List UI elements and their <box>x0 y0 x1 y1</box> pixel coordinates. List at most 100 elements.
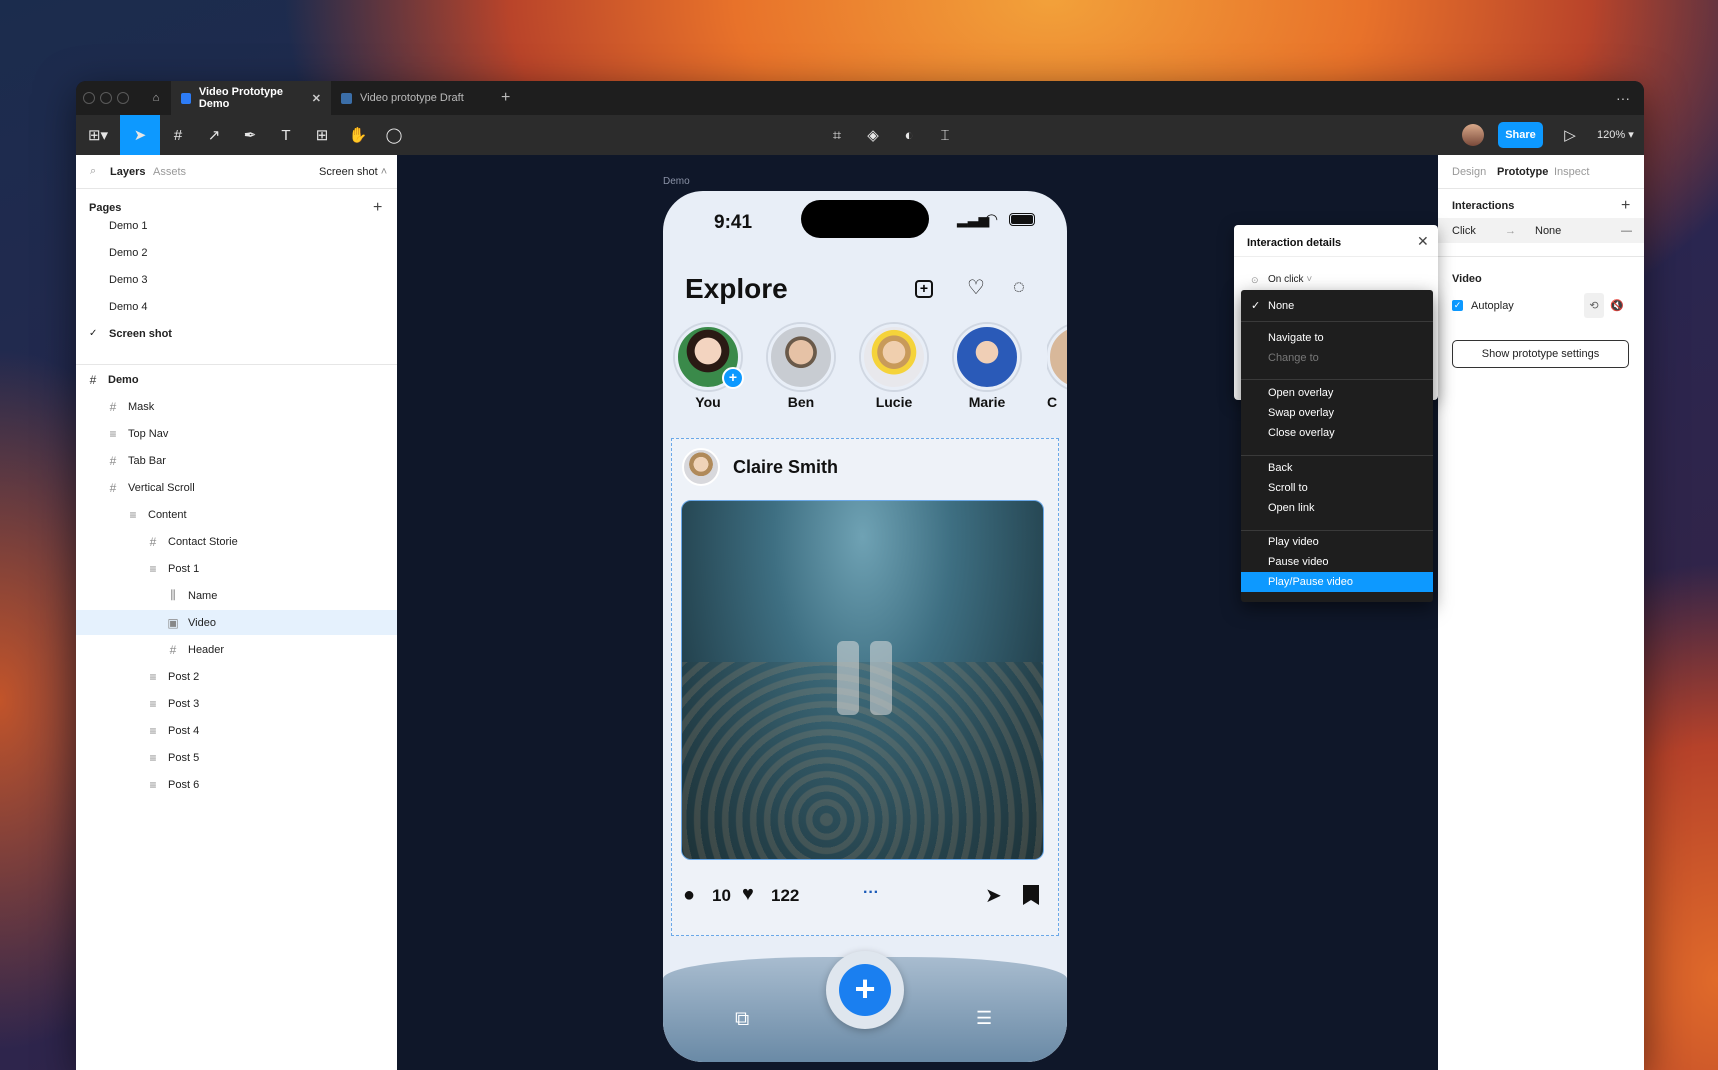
menu-item[interactable]: Play video <box>1241 532 1433 552</box>
layer-row[interactable]: # Mask <box>76 394 397 419</box>
messenger-icon[interactable]: ◌ <box>1013 276 1025 299</box>
crop-icon[interactable]: ⌶ <box>927 115 963 155</box>
more-icon[interactable]: ··· <box>1616 90 1630 106</box>
layer-row[interactable]: ≡ Post 4 <box>76 718 397 743</box>
more-options-icon[interactable]: ··· <box>863 884 879 902</box>
search-icon[interactable]: ⌕ <box>90 159 96 184</box>
layer-row[interactable]: ≡ Post 6 <box>76 772 397 797</box>
story-you[interactable]: + You <box>675 324 744 410</box>
menu-item[interactable]: Scroll to <box>1241 478 1433 498</box>
tab-layers[interactable]: Layers <box>110 159 145 184</box>
tab-prototype[interactable]: Prototype <box>1497 159 1548 184</box>
maximize-window-button[interactable] <box>117 92 129 104</box>
layer-row[interactable]: ≡ Post 2 <box>76 664 397 689</box>
interaction-row[interactable]: Click → None — <box>1438 218 1644 243</box>
page-item[interactable]: Demo 4 <box>109 294 148 319</box>
menu-item[interactable]: Back <box>1241 458 1433 478</box>
author-avatar[interactable] <box>682 448 720 486</box>
layer-row[interactable]: ⫼ Name <box>76 583 397 608</box>
menu-item[interactable]: Change to <box>1241 348 1433 368</box>
hand-tool-icon[interactable]: ✋ <box>340 115 376 155</box>
bookmark-icon[interactable] <box>1023 885 1039 905</box>
menu-item[interactable]: Open link <box>1241 498 1433 518</box>
heart-outline-icon[interactable]: ♡ <box>967 275 985 300</box>
contrast-icon[interactable]: ◐ <box>891 115 927 155</box>
layer-row[interactable]: # Demo <box>76 367 397 392</box>
add-post-icon[interactable]: + <box>915 280 933 298</box>
story-ben[interactable]: Ben <box>768 324 834 410</box>
add-interaction-icon[interactable]: + <box>1621 193 1630 218</box>
settings-sliders-icon[interactable]: ☰ <box>976 1008 992 1029</box>
story-partial[interactable]: C <box>1047 324 1067 410</box>
zoom-level[interactable]: 120% ▾ <box>1597 128 1634 141</box>
comment-icon[interactable]: ● <box>683 884 695 907</box>
layer-row[interactable]: ≡ Content <box>76 502 397 527</box>
component-icon[interactable]: ◈ <box>855 115 891 155</box>
comment-tool-icon[interactable]: ◯ <box>376 115 412 155</box>
page-item[interactable]: ✓ Screen shot <box>89 321 172 346</box>
user-avatar[interactable] <box>1462 124 1484 146</box>
gallery-icon[interactable]: ⧉ <box>735 1008 749 1031</box>
layer-row[interactable]: # Vertical Scroll <box>76 475 397 500</box>
present-play-icon[interactable]: ▷ <box>1552 115 1588 155</box>
close-tab-icon[interactable]: ✕ <box>312 92 321 105</box>
layer-row[interactable]: ▣ Video <box>76 610 397 635</box>
auto-layout-icon: ≡ <box>149 777 157 792</box>
autoplay-checkbox[interactable]: ✓ <box>1452 300 1463 311</box>
layer-row[interactable]: # Header <box>76 637 397 662</box>
create-button[interactable]: + <box>839 964 891 1016</box>
auto-layout-icon: ≡ <box>109 426 117 441</box>
text-tool-icon[interactable]: T <box>268 115 304 155</box>
page-selector[interactable]: Screen shot ˄ <box>319 159 387 184</box>
frame-tool-icon[interactable]: # <box>160 115 196 155</box>
layer-row[interactable]: ≡ Post 1 <box>76 556 397 581</box>
main-menu-icon[interactable]: ⊞▾ <box>76 115 120 155</box>
page-item[interactable]: Demo 1 <box>109 213 148 238</box>
layer-row[interactable]: # Contact Storie <box>76 529 397 554</box>
story-lucie[interactable]: Lucie <box>861 324 927 410</box>
layer-row[interactable]: ≡ Top Nav <box>76 421 397 446</box>
page-item[interactable]: Demo 2 <box>109 240 148 265</box>
component-edit-icon[interactable]: ⌗ <box>819 115 855 155</box>
mute-icon[interactable]: 🔇 <box>1610 293 1624 318</box>
menu-item[interactable]: Close overlay <box>1241 423 1433 443</box>
layer-row[interactable]: ≡ Post 3 <box>76 691 397 716</box>
video-player[interactable] <box>681 500 1044 860</box>
menu-item[interactable]: None <box>1241 296 1433 316</box>
menu-item[interactable]: Navigate to <box>1241 328 1433 348</box>
layer-row[interactable]: ≡ Post 5 <box>76 745 397 770</box>
show-prototype-settings-button[interactable]: Show prototype settings <box>1452 340 1629 368</box>
pen-tool-icon[interactable]: ✒ <box>232 115 268 155</box>
new-tab-button[interactable]: + <box>491 81 520 115</box>
shape-tool-icon[interactable]: ↗ <box>196 115 232 155</box>
tab-video-prototype-demo[interactable]: Video Prototype Demo ✕ <box>171 81 331 115</box>
tab-inspect[interactable]: Inspect <box>1554 159 1589 184</box>
resources-icon[interactable]: ⊞ <box>304 115 340 155</box>
minimize-window-button[interactable] <box>100 92 112 104</box>
trigger-dropdown[interactable]: On click ˅ <box>1268 274 1312 285</box>
menu-item[interactable]: Open overlay <box>1241 383 1433 403</box>
add-page-icon[interactable]: + <box>373 195 382 220</box>
move-tool-icon[interactable]: ➤ <box>120 115 160 155</box>
menu-item[interactable]: Swap overlay <box>1241 403 1433 423</box>
close-icon[interactable]: ✕ <box>1417 233 1429 250</box>
close-window-button[interactable] <box>83 92 95 104</box>
pause-icon[interactable] <box>837 641 859 715</box>
tab-video-prototype-draft[interactable]: Video prototype Draft <box>331 81 491 115</box>
loop-icon[interactable]: ⟲ <box>1584 293 1604 318</box>
layer-row[interactable]: # Tab Bar <box>76 448 397 473</box>
tab-design[interactable]: Design <box>1452 159 1486 184</box>
page-item[interactable]: Demo 3 <box>109 267 148 292</box>
home-tab[interactable]: ⌂ <box>141 81 171 115</box>
story-marie[interactable]: Marie <box>954 324 1020 410</box>
menu-item[interactable]: Pause video <box>1241 552 1433 572</box>
heart-filled-icon[interactable]: ♥ <box>742 883 754 906</box>
menu-item[interactable]: Play/Pause video <box>1241 572 1433 592</box>
add-story-icon[interactable]: + <box>722 367 744 389</box>
share-button[interactable]: Share <box>1498 122 1543 148</box>
tab-assets[interactable]: Assets <box>153 159 186 184</box>
page-label: Screen shot <box>109 327 172 340</box>
video-title: Video <box>1452 272 1482 285</box>
send-icon[interactable]: ➤ <box>985 883 1002 908</box>
remove-interaction-icon[interactable]: — <box>1621 225 1632 237</box>
